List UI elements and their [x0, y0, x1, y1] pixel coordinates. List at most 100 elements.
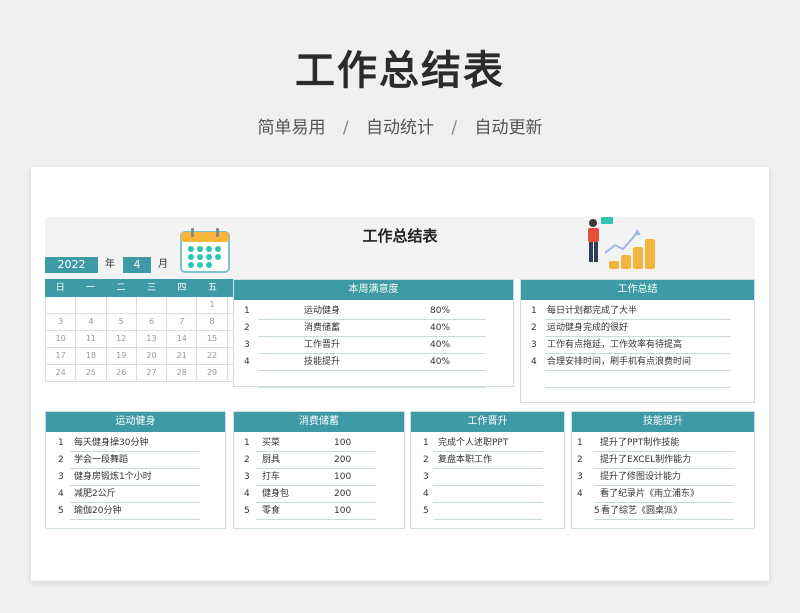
calendar-day[interactable]: 20 [136, 348, 168, 365]
weekday-label: 日 [55, 283, 65, 293]
calendar-day[interactable]: 17 [45, 348, 77, 365]
calendar-day[interactable] [167, 297, 198, 314]
summary-row: 4 合理安排时间，刷手机有点浪费时间 [521, 354, 754, 371]
calendar-day[interactable] [136, 297, 168, 314]
calendar-day[interactable]: 22 [197, 348, 228, 365]
row-number: 4 [244, 489, 250, 499]
row-number: 4 [531, 357, 537, 367]
summary-row [521, 371, 754, 388]
row-value: 80% [430, 306, 451, 316]
calendar-day[interactable]: 4 [76, 314, 107, 331]
row-number: 5 [58, 506, 64, 516]
saving-panel: 消费储蓄 1 买菜 100 2 厨具 200 3 打车 100 4 健身包 20… [233, 411, 405, 529]
satisfaction-row: 4 技能提升 40% [234, 354, 513, 371]
satisfaction-panel-title: 本周满意度 [234, 280, 513, 300]
row-item: 零食 [262, 506, 281, 516]
row-number: 3 [58, 472, 64, 482]
calendar-day[interactable]: 6 [136, 314, 168, 331]
row-text: 提升了EXCEL制作能力 [600, 455, 692, 465]
calendar-day[interactable]: 26 [106, 365, 137, 382]
summary-row: 3 工作有点拖延，工作效率有待提高 [521, 337, 754, 354]
row-value: 100 [334, 438, 352, 448]
calendar-grid: 日 一 二 三 四 五 六 1 2 3 4 5 6 7 8 9 10 [45, 279, 258, 382]
subtitle-part: 自动统计 [366, 118, 434, 138]
calendar-day[interactable] [45, 297, 77, 314]
saving-row: 3 打车 100 [234, 469, 404, 486]
weekday-label: 三 [146, 283, 156, 293]
calendar-week-row: 17 18 19 20 21 22 23 [45, 348, 258, 365]
calendar-day[interactable]: 8 [197, 314, 228, 331]
satisfaction-row [234, 371, 513, 388]
fitness-row: 3 健身房锻炼1个小时 [46, 469, 225, 486]
promotion-row: 4 [411, 486, 564, 503]
row-value: 100 [334, 472, 352, 482]
calendar-day[interactable] [76, 297, 107, 314]
calendar-week-row: 3 4 5 6 7 8 9 [45, 314, 258, 331]
calendar-day[interactable] [106, 297, 137, 314]
row-text: 健身房锻炼1个小时 [74, 472, 152, 482]
calendar-day[interactable]: 14 [167, 331, 198, 348]
calendar-day[interactable]: 19 [106, 348, 137, 365]
banner-title: 工作总结表 [295, 48, 505, 94]
row-text: 瑜伽20分钟 [74, 506, 122, 516]
satisfaction-row: 3 工作晋升 40% [234, 337, 513, 354]
calendar-day[interactable]: 28 [167, 365, 198, 382]
weekday-label: 一 [86, 283, 96, 293]
banner-subtitle: 简单易用 / 自动统计 / 自动更新 [0, 113, 800, 138]
row-value: 100 [334, 506, 352, 516]
row-text: 学会一段舞蹈 [74, 455, 129, 465]
skills-row: 4 看了纪录片《雨立浦东》 [572, 486, 754, 503]
row-text: 工作有点拖延，工作效率有待提高 [547, 340, 683, 350]
calendar-day[interactable]: 12 [106, 331, 137, 348]
row-item: 厨具 [262, 455, 281, 465]
calendar-day[interactable]: 15 [197, 331, 228, 348]
calendar-day[interactable]: 27 [136, 365, 168, 382]
calendar-day[interactable]: 24 [45, 365, 77, 382]
row-text: 看了纪录片《雨立浦东》 [600, 489, 700, 499]
skills-row: 1 提升了PPT制作技能 [572, 435, 754, 452]
calendar-day[interactable]: 11 [76, 331, 107, 348]
row-text: 看了综艺《圆桌派》 [601, 506, 683, 516]
row-number: 3 [244, 472, 250, 482]
row-number: 5 [594, 506, 600, 516]
row-text: 提升了PPT制作技能 [600, 438, 680, 448]
row-number: 1 [58, 438, 64, 448]
calendar-day[interactable]: 13 [136, 331, 168, 348]
row-number: 1 [577, 438, 583, 448]
skills-row: 5 看了综艺《圆桌派》 [572, 503, 754, 520]
fitness-row: 1 每天健身操30分钟 [46, 435, 225, 452]
saving-row: 4 健身包 200 [234, 486, 404, 503]
row-number: 5 [244, 506, 250, 516]
satisfaction-row: 1 运动健身 80% [234, 303, 513, 320]
calendar-day[interactable]: 5 [106, 314, 137, 331]
month-field[interactable]: 4 [123, 257, 151, 273]
subtitle-part: 简单易用 [257, 118, 326, 138]
calendar-day[interactable]: 25 [76, 365, 107, 382]
saving-row: 5 零食 100 [234, 503, 404, 520]
calendar-week-row: 24 25 26 27 28 29 30 [45, 365, 258, 382]
promotion-panel-title: 工作晋升 [411, 412, 564, 432]
saving-row: 2 厨具 200 [234, 452, 404, 469]
calendar-day[interactable]: 10 [45, 331, 77, 348]
row-text: 提升了修图设计能力 [600, 472, 682, 482]
year-field[interactable]: 2022 [45, 257, 98, 273]
promotion-row: 2 复盘本职工作 [411, 452, 564, 469]
promotion-row: 3 [411, 469, 564, 486]
calendar-day[interactable]: 29 [197, 365, 228, 382]
row-text: 每日计划都完成了大半 [547, 306, 638, 316]
calendar-day[interactable]: 3 [45, 314, 77, 331]
row-value: 200 [334, 455, 352, 465]
calendar-day[interactable]: 18 [76, 348, 107, 365]
row-number: 2 [423, 455, 429, 465]
satisfaction-panel: 本周满意度 1 运动健身 80% 2 消费储蓄 40% 3 工作晋升 40% 4… [233, 279, 514, 388]
calendar-day[interactable]: 1 [197, 297, 228, 314]
row-value: 40% [430, 357, 451, 367]
weekday-label: 四 [177, 283, 187, 293]
saving-row: 1 买菜 100 [234, 435, 404, 452]
calendar-day[interactable]: 21 [167, 348, 198, 365]
year-unit-label: 年 [105, 259, 115, 270]
calendar-day[interactable]: 7 [167, 314, 198, 331]
row-text: 减肥2公斤 [74, 489, 116, 499]
row-item: 运动健身 [304, 306, 341, 316]
skills-panel-title: 技能提升 [572, 412, 754, 432]
